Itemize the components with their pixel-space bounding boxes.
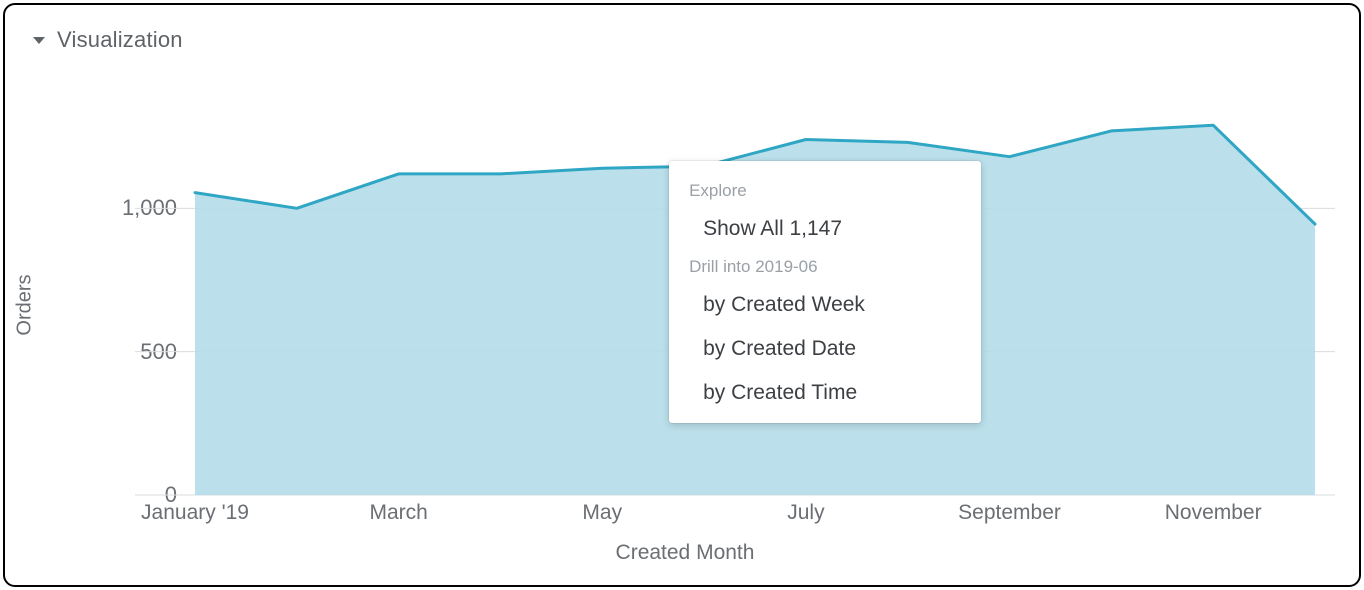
popover-show-all-item[interactable]: Show All 1,147 (669, 207, 981, 251)
y-axis-label: Orders (14, 274, 37, 335)
x-tick: January '19 (141, 501, 249, 525)
panel-title: Visualization (57, 27, 183, 53)
x-axis-label: Created Month (35, 541, 1335, 565)
popover-explore-header: Explore (669, 175, 981, 207)
popover-drill-time[interactable]: by Created Time (669, 371, 981, 415)
x-tick: November (1165, 501, 1262, 525)
drill-popover: Explore Show All 1,147 Drill into 2019-0… (669, 161, 981, 423)
panel-header[interactable]: Visualization (33, 27, 183, 53)
x-tick: May (582, 501, 622, 525)
popover-drill-header: Drill into 2019-06 (669, 251, 981, 283)
x-tick: March (369, 501, 427, 525)
x-tick: September (958, 501, 1061, 525)
popover-drill-date[interactable]: by Created Date (669, 327, 981, 371)
x-tick: July (787, 501, 824, 525)
y-axis-ticks: 05001,000 (95, 65, 185, 495)
chevron-down-icon (33, 37, 45, 44)
visualization-panel: Visualization Orders 05001,000 January '… (3, 3, 1361, 587)
x-axis-ticks: January '19MarchMayJulySeptemberNovember (195, 501, 1315, 531)
popover-drill-week[interactable]: by Created Week (669, 283, 981, 327)
